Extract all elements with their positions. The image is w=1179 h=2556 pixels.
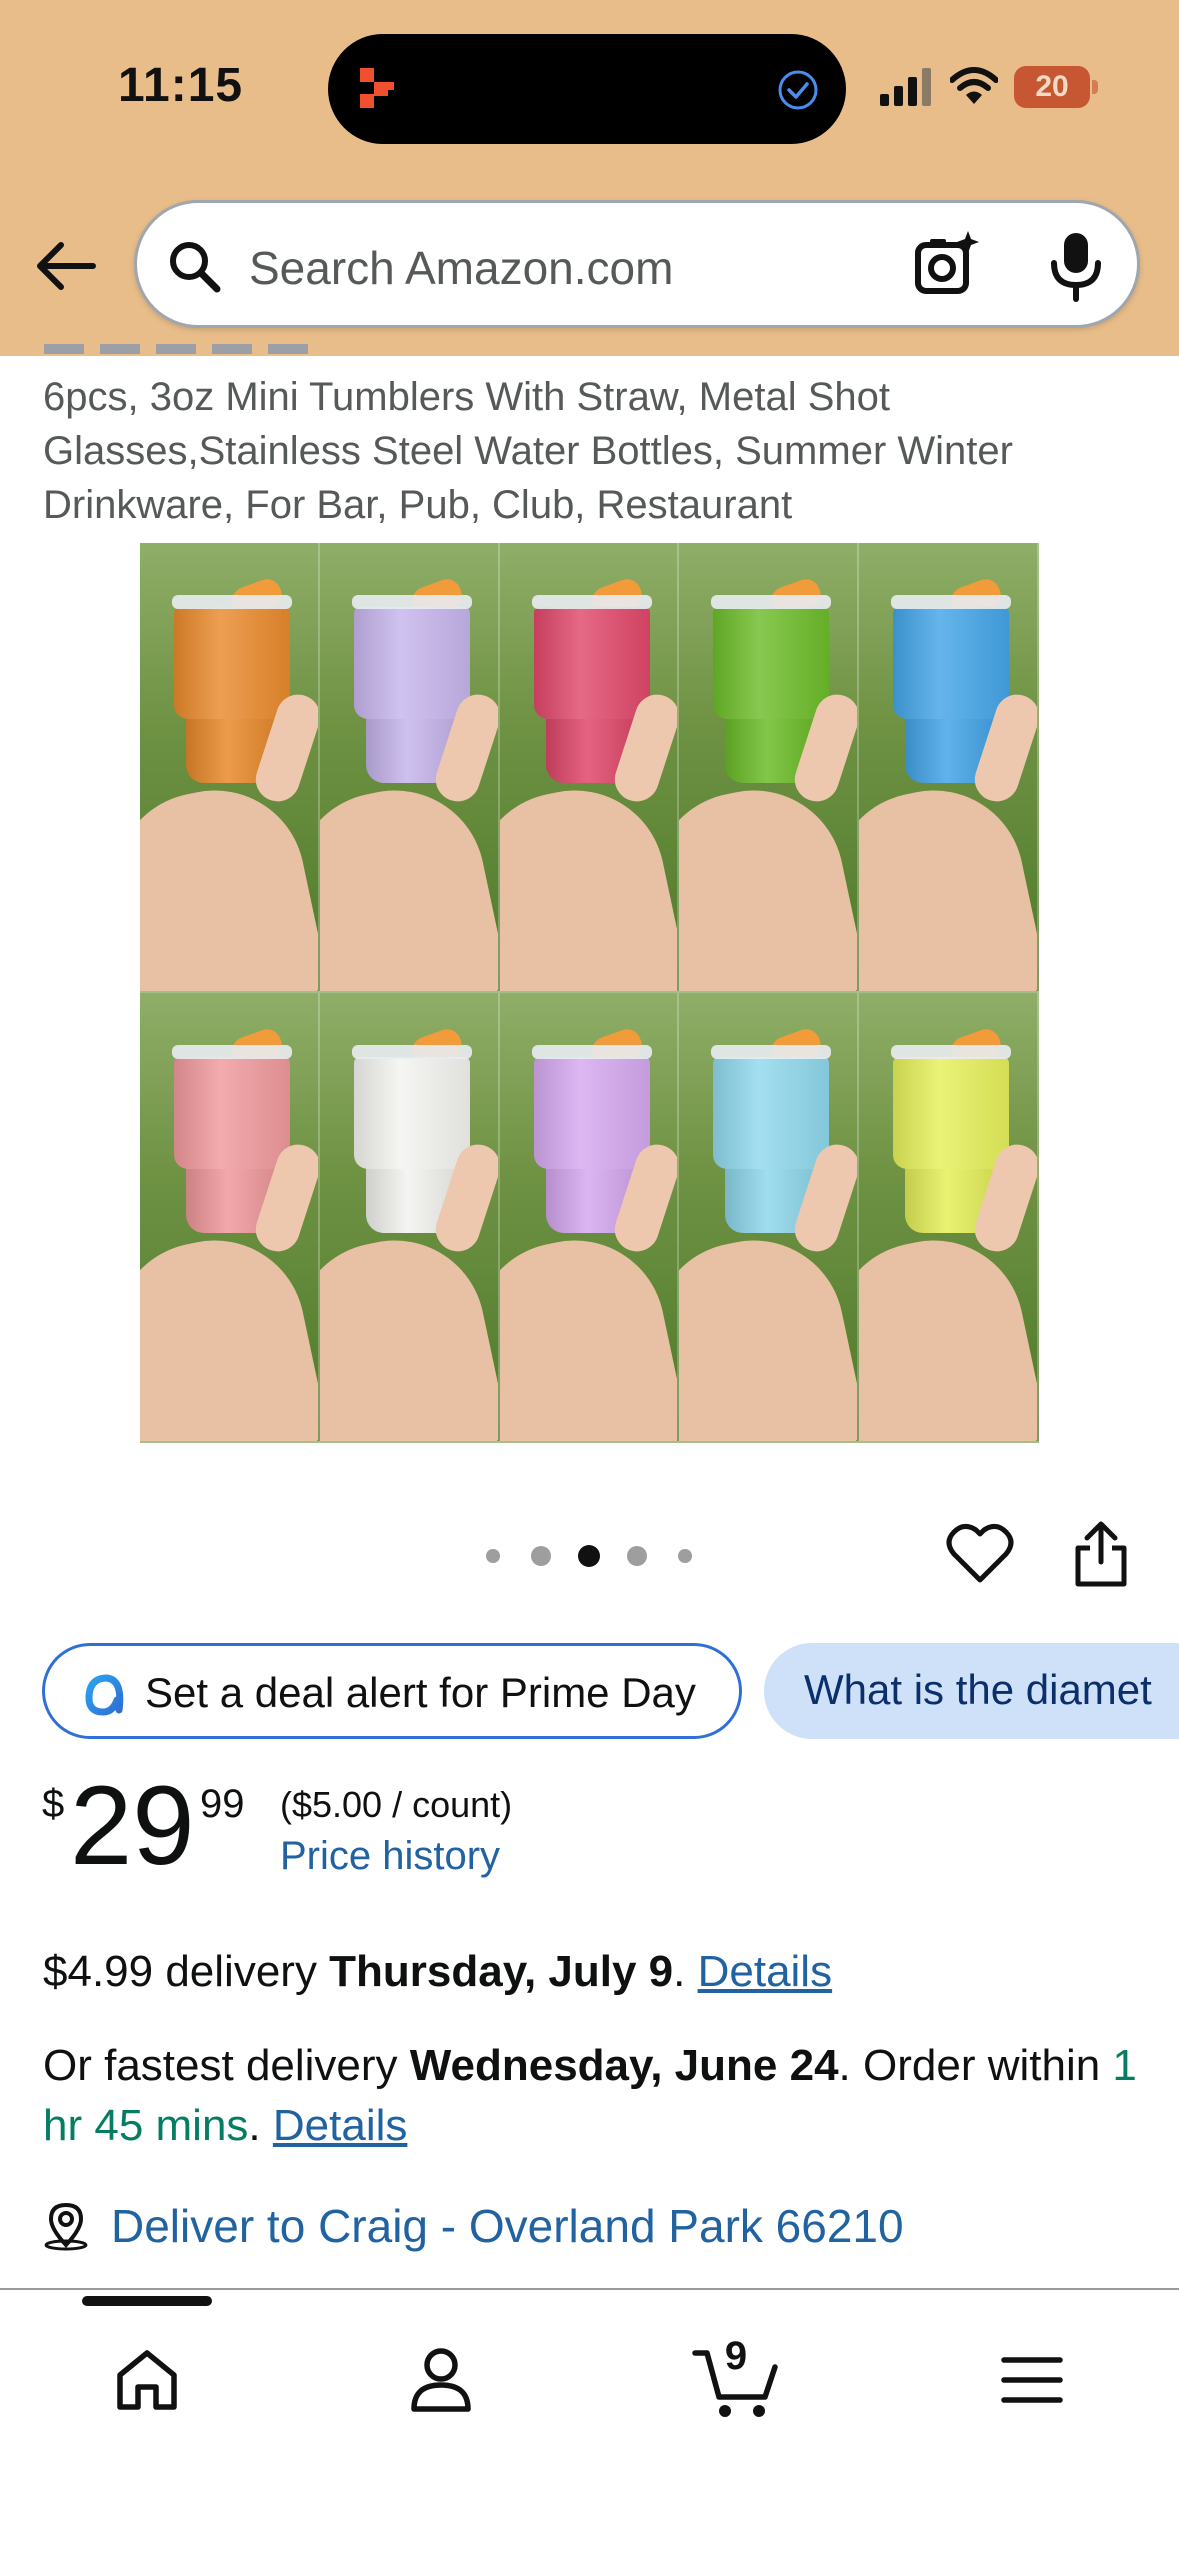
tumbler-photo-8 xyxy=(499,993,680,1443)
fastest-delivery-details-link[interactable]: Details xyxy=(273,2101,408,2150)
verified-check-icon xyxy=(778,70,818,110)
rating-stars-icon xyxy=(44,344,308,354)
wifi-icon xyxy=(950,67,998,104)
product-title: 6pcs, 3oz Mini Tumblers With Straw, Meta… xyxy=(43,375,1013,527)
back-button[interactable] xyxy=(30,230,102,302)
standard-delivery-details-link[interactable]: Details xyxy=(698,1947,833,1996)
status-time: 11:15 xyxy=(118,59,244,112)
active-tab-indicator xyxy=(82,2296,212,2306)
tumbler-photo-10 xyxy=(859,993,1039,1443)
carousel-dot[interactable] xyxy=(578,1545,600,1567)
fastest-delivery-date: Wednesday, June 24 xyxy=(409,2041,839,2090)
home-icon xyxy=(117,2350,177,2410)
camera-search-icon[interactable] xyxy=(912,229,982,299)
price-fraction: 99 xyxy=(200,1782,245,1826)
app-header: 11:15 20 Search Amazon.com xyxy=(0,0,1179,356)
image-carousel-dots[interactable] xyxy=(482,1545,702,1569)
deal-alert-chip[interactable]: Set a deal alert for Prime Day xyxy=(42,1643,742,1739)
deliver-to-location[interactable]: Deliver to Craig - Overland Park 66210 xyxy=(43,2196,904,2256)
ai-assistant-icon xyxy=(85,1674,124,1716)
product-image[interactable] xyxy=(140,543,1039,1443)
standard-delivery-date: Thursday, July 9 xyxy=(329,1947,674,1996)
nav-account[interactable] xyxy=(381,2330,501,2430)
app-activity-icon xyxy=(360,68,394,108)
question-chip[interactable]: What is the diamet xyxy=(764,1643,1179,1739)
tumbler-photo-1 xyxy=(140,543,320,993)
question-chip-label: What is the diamet xyxy=(804,1666,1152,1713)
carousel-dot[interactable] xyxy=(486,1549,500,1563)
carousel-dot[interactable] xyxy=(531,1546,551,1566)
tumbler-photo-3 xyxy=(499,543,680,993)
nav-home[interactable] xyxy=(87,2330,207,2430)
cellular-signal-icon xyxy=(880,68,931,106)
back-arrow-icon xyxy=(37,242,96,290)
search-bar[interactable]: Search Amazon.com xyxy=(134,200,1140,328)
wishlist-heart-icon[interactable] xyxy=(946,1522,1014,1586)
bottom-navigation: 9 xyxy=(0,2288,1179,2556)
tumbler-photo-4 xyxy=(679,543,860,993)
price-history-link[interactable]: Price history xyxy=(280,1834,500,1879)
carousel-dot[interactable] xyxy=(678,1549,692,1563)
deal-alert-label: Set a deal alert for Prime Day xyxy=(145,1669,696,1716)
deliver-to-label: Deliver to Craig - Overland Park 66210 xyxy=(111,2200,904,2252)
fastest-delivery: Or fastest delivery Wednesday, June 24. … xyxy=(43,2041,1137,2150)
unit-price: ($5.00 / count) xyxy=(280,1784,513,1825)
share-icon[interactable] xyxy=(1072,1520,1130,1588)
tumbler-photo-9 xyxy=(679,993,860,1443)
microphone-icon[interactable] xyxy=(1045,229,1107,303)
nav-menu[interactable] xyxy=(972,2330,1092,2430)
search-icon xyxy=(170,242,221,293)
tumbler-photo-5 xyxy=(859,543,1039,993)
nav-cart[interactable]: 9 xyxy=(676,2330,796,2430)
price-currency: $ xyxy=(42,1782,65,1826)
battery-icon: 20 xyxy=(1014,66,1098,108)
price-whole: 29 xyxy=(70,1763,195,1888)
tumbler-photo-7 xyxy=(319,993,500,1443)
hamburger-menu-icon xyxy=(1001,2357,1063,2403)
search-input[interactable]: Search Amazon.com xyxy=(249,241,673,295)
standard-delivery: $4.99 delivery Thursday, July 9. Details xyxy=(43,1947,833,1996)
dynamic-island xyxy=(328,34,846,144)
tumbler-photo-2 xyxy=(319,543,500,993)
tumbler-photo-6 xyxy=(140,993,320,1443)
user-icon xyxy=(411,2348,471,2412)
carousel-dot[interactable] xyxy=(627,1546,647,1566)
battery-level: 20 xyxy=(1014,66,1090,108)
location-pin-icon xyxy=(44,2202,88,2251)
cart-count-badge: 9 xyxy=(724,2334,748,2378)
